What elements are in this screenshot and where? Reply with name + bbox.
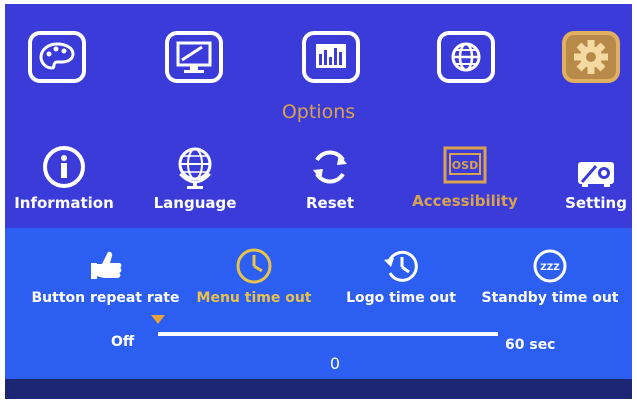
gear-icon[interactable]	[561, 30, 621, 84]
globe-icon[interactable]	[436, 30, 496, 84]
world-icon	[178, 147, 212, 189]
submenu-reset[interactable]: Reset	[290, 144, 370, 212]
submenu-accessibility[interactable]: OSD Accessibility	[405, 144, 525, 210]
submenu-information[interactable]: Information	[9, 144, 119, 212]
osd-icon-text: OSD	[452, 159, 478, 172]
submenu-label: Reset	[306, 194, 354, 212]
projector-setting-icon	[578, 162, 614, 187]
submenu-label: Language	[153, 194, 237, 212]
standby-icon-text: ZZZ	[540, 263, 560, 273]
submenu-setting[interactable]: Setting	[561, 154, 631, 212]
option-standby-time-out[interactable]: ZZZ Standby time out	[479, 246, 621, 306]
monitor-adjust-icon[interactable]	[164, 30, 224, 84]
submenu-label: Accessibility	[412, 192, 518, 210]
thumbs-up-icon	[90, 251, 121, 279]
option-logo-time-out[interactable]: Logo time out	[340, 246, 462, 306]
bottom-bar	[5, 379, 632, 399]
slider-min-label: Off	[111, 334, 135, 350]
slider-max-label: 60 sec	[505, 337, 556, 353]
standby-icon: ZZZ	[533, 249, 567, 283]
equalizer-icon[interactable]	[301, 30, 361, 84]
clock-icon	[236, 248, 272, 284]
palette-icon[interactable]	[27, 30, 87, 84]
reset-icon	[313, 150, 347, 184]
slider-marker[interactable]	[151, 315, 165, 324]
option-label: Logo time out	[346, 290, 456, 306]
slider-value: 0	[329, 354, 341, 373]
submenu-label: Information	[14, 194, 114, 212]
option-menu-time-out[interactable]: Menu time out	[193, 246, 315, 306]
option-button-repeat-rate[interactable]: Button repeat rate	[23, 246, 188, 306]
info-icon	[43, 146, 85, 188]
section-title: Options	[281, 101, 356, 123]
osd-screen: Options Information Language Reset OSD A…	[5, 4, 632, 399]
option-label: Standby time out	[481, 290, 619, 306]
osd-icon: OSD	[443, 146, 487, 184]
submenu-language[interactable]: Language	[145, 144, 245, 212]
option-label: Button repeat rate	[31, 290, 180, 306]
option-label: Menu time out	[196, 290, 312, 306]
submenu-label: Setting	[565, 194, 627, 212]
slider-track[interactable]	[158, 332, 498, 336]
history-icon	[384, 250, 418, 282]
